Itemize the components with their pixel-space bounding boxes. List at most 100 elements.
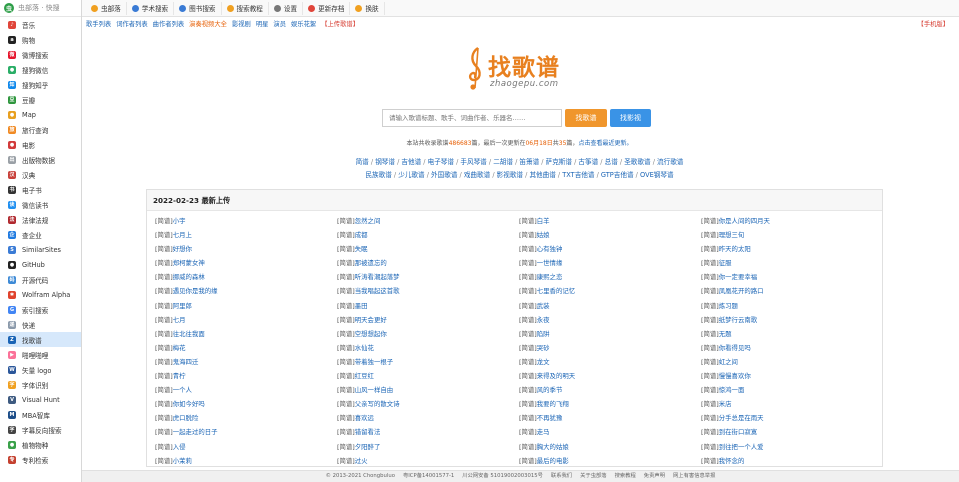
song-item[interactable]: [简谱]龙文 — [519, 355, 701, 369]
song-title[interactable]: 你一定要幸福 — [719, 273, 757, 281]
song-item[interactable]: [简谱]夕阳醉了 — [337, 440, 519, 454]
nav-link[interactable]: 【上传歌谱】 — [321, 21, 359, 28]
song-title[interactable]: 阿里郎 — [173, 302, 192, 310]
song-title[interactable]: 米店 — [719, 400, 732, 408]
song-item[interactable]: [简谱]胸大的姑娘 — [519, 440, 701, 454]
song-title[interactable]: 喜欢远 — [355, 414, 374, 422]
search-song-button[interactable]: 找歌谱 — [565, 109, 607, 127]
song-item[interactable]: [简谱]纸梦行云南歌 — [701, 313, 883, 327]
sidebar-item[interactable]: 书电子书 — [0, 182, 81, 197]
song-item[interactable]: [简谱]凤凰花开的路口 — [701, 284, 883, 298]
song-title[interactable]: 炼习题 — [719, 302, 738, 310]
song-title[interactable]: 惊鸿一面 — [719, 386, 745, 394]
footer-item[interactable]: 联系我们 — [551, 473, 572, 479]
footer-item[interactable]: 免责声明 — [644, 473, 665, 479]
category-link[interactable]: 外国歌谱 — [431, 171, 457, 179]
sidebar-item[interactable]: S SimilarSites — [0, 242, 81, 257]
song-item[interactable]: [简谱]昨天的太阳 — [701, 242, 883, 256]
song-item[interactable]: [简谱]忽然之间 — [337, 214, 519, 228]
nav-link[interactable]: 曲作者列表 — [153, 21, 184, 28]
song-item[interactable]: [简谱]理想三旬 — [701, 228, 883, 242]
song-title[interactable]: 永夜 — [537, 316, 550, 324]
sidebar-item[interactable]: 字字体识别 — [0, 377, 81, 392]
song-title[interactable]: 胸大的姑娘 — [537, 443, 569, 451]
song-item[interactable]: [简谱]七月 — [155, 313, 337, 327]
song-title[interactable]: 你是人间的四月天 — [719, 217, 770, 225]
song-title[interactable]: 遇见你是我的缘 — [173, 287, 218, 295]
song-item[interactable]: [简谱]到往把一个人爱 — [701, 440, 883, 454]
category-link[interactable]: 简谱 — [356, 158, 369, 166]
sidebar-item[interactable]: 知搜狗知乎 — [0, 77, 81, 92]
footer-item[interactable]: 网上有害信息举报 — [673, 473, 715, 479]
song-title[interactable]: 忽然之间 — [355, 217, 381, 225]
song-item[interactable]: [简谱]风的季节 — [519, 383, 701, 397]
song-title[interactable]: 那被遗忘的 — [355, 259, 387, 267]
category-link[interactable]: GTP吉他谱 — [601, 171, 634, 179]
song-title[interactable]: 虹之间 — [719, 358, 738, 366]
song-item[interactable]: [简谱]错留看法 — [337, 425, 519, 439]
song-title[interactable]: 墨田 — [355, 302, 368, 310]
song-item[interactable]: [简谱]惊鸿一面 — [701, 383, 883, 397]
toolbar-button[interactable]: 设置 — [269, 1, 304, 15]
song-title[interactable]: 一个人 — [173, 386, 192, 394]
sidebar-item[interactable]: ● 搜狗微信 — [0, 62, 81, 77]
song-item[interactable]: [简谱]康熙之恋 — [519, 270, 701, 284]
nav-link[interactable]: 明星 — [256, 21, 269, 28]
song-item[interactable]: [简谱]你如今好吗 — [155, 397, 337, 411]
category-link[interactable]: 钢琴谱 — [375, 158, 395, 166]
search-input[interactable] — [382, 109, 562, 127]
song-item[interactable]: [简谱]小茉莉 — [155, 454, 337, 468]
song-item[interactable]: [简谱]最后的电影 — [519, 454, 701, 468]
category-link[interactable]: 少儿歌谱 — [398, 171, 424, 179]
song-item[interactable]: [简谱]陷阱 — [519, 327, 701, 341]
song-title[interactable]: 昨天的太阳 — [719, 245, 751, 253]
song-title[interactable]: 到在街口寂寞 — [719, 428, 757, 436]
song-item[interactable]: [简谱]无题 — [701, 327, 883, 341]
song-item[interactable]: [简谱]明天会更好 — [337, 313, 519, 327]
song-item[interactable]: [简谱]走马 — [519, 425, 701, 439]
song-item[interactable]: [简谱]你是人间的四月天 — [701, 214, 883, 228]
sidebar-item[interactable]: ● GitHub — [0, 257, 81, 272]
song-title[interactable]: 小茉莉 — [173, 457, 192, 465]
nav-link[interactable]: 歌手列表 — [86, 21, 111, 28]
song-title[interactable]: 龙文 — [537, 358, 550, 366]
toolbar-button[interactable]: 更新存档 — [303, 1, 351, 15]
sidebar-item[interactable]: M MBA智库 — [0, 407, 81, 422]
song-title[interactable]: 无题 — [719, 330, 732, 338]
song-item[interactable]: [简谱]虎口脱险 — [155, 411, 337, 425]
song-item[interactable]: [简谱]小宇 — [155, 214, 337, 228]
song-title[interactable]: 征服 — [719, 259, 732, 267]
song-title[interactable]: 过火 — [355, 457, 368, 465]
song-item[interactable]: [简谱]带着独一根子 — [337, 355, 519, 369]
song-title[interactable]: 山风一样自由 — [355, 386, 393, 394]
song-title[interactable]: 武装 — [537, 302, 550, 310]
nav-link[interactable]: 词作者列表 — [116, 21, 147, 28]
song-title[interactable]: 红豆红 — [355, 372, 374, 380]
song-title[interactable]: 白羊 — [537, 217, 550, 225]
song-item[interactable]: [简谱]遇见你是我的缘 — [155, 284, 337, 298]
sidebar-item[interactable]: G 索引搜索 — [0, 302, 81, 317]
song-item[interactable]: [简谱]成都 — [337, 228, 519, 242]
sidebar-item[interactable]: a 购物 — [0, 32, 81, 47]
song-item[interactable]: [简谱]梅花 — [155, 341, 337, 355]
song-item[interactable]: [简谱]我要的飞翔 — [519, 397, 701, 411]
song-item[interactable]: [简谱]来得及的明天 — [519, 369, 701, 383]
toolbar-button[interactable]: 搜索教程 — [222, 1, 269, 15]
sidebar-item[interactable]: ● 植物物种 — [0, 437, 81, 452]
song-title[interactable]: 凤凰花开的路口 — [719, 287, 764, 295]
song-item[interactable]: [简谱]永夜 — [519, 313, 701, 327]
song-title[interactable]: 纸梦行云南歌 — [719, 316, 757, 324]
song-title[interactable]: 往北往我面 — [173, 330, 205, 338]
nav-link[interactable]: 演员 — [273, 21, 286, 28]
category-link[interactable]: 其他曲谱 — [529, 171, 555, 179]
category-link[interactable]: 笛箫谱 — [519, 158, 539, 166]
sidebar-item[interactable]: ✱ Wolfram Alpha — [0, 287, 81, 302]
song-item[interactable]: [简谱]当我唱起这首歌 — [337, 284, 519, 298]
song-title[interactable]: 康熙之恋 — [537, 273, 563, 281]
song-item[interactable]: [简谱]一起走过的日子 — [155, 425, 337, 439]
song-item[interactable]: [简谱]父亲写的散文诗 — [337, 397, 519, 411]
song-title[interactable]: 到往把一个人爱 — [719, 443, 764, 451]
song-item[interactable]: [简谱]山风一样自由 — [337, 383, 519, 397]
category-link[interactable]: 民族歌谱 — [365, 171, 391, 179]
song-title[interactable]: 当我唱起这首歌 — [355, 287, 400, 295]
